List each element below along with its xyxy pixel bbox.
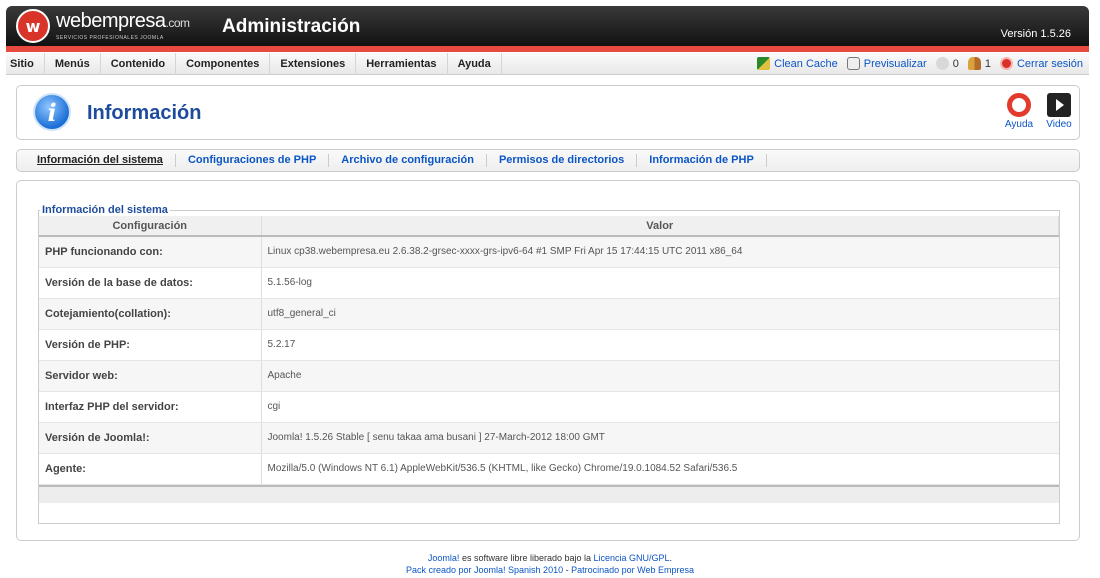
row-label: Interfaz PHP del servidor: (39, 391, 262, 423)
license-link[interactable]: Licencia GNU/GPL (594, 553, 670, 563)
joomla-link[interactable]: Joomla! (428, 553, 460, 563)
joomla-spanish-link[interactable]: Pack creado por Joomla! Spanish 2010 (406, 565, 563, 575)
logo-subtitle: Servicios profesionales Joomla (56, 35, 164, 41)
webempresa-logo[interactable]: w webempresa.com Servicios profesionales… (16, 9, 190, 43)
row-value: Joomla! 1.5.26 Stable [ senu takaa ama b… (261, 422, 1059, 454)
header-bar: w webempresa.com Servicios profesionales… (6, 6, 1089, 46)
clean-cache-link[interactable]: Clean Cache (757, 57, 838, 70)
column-header-config: Configuración (39, 216, 262, 237)
menu-menus[interactable]: Menús (45, 52, 101, 75)
logo-text: webempresa (56, 10, 166, 32)
row-label: Cotejamiento(collation): (39, 298, 262, 330)
table-row: Agente: Mozilla/5.0 (Windows NT 6.1) App… (39, 453, 1059, 485)
header-accent-stripe (6, 46, 1089, 52)
video-button[interactable]: Video (1039, 93, 1079, 130)
row-label: Versión de PHP: (39, 329, 262, 361)
footer-period: . (669, 553, 673, 563)
table-row: Servidor web: Apache (39, 360, 1059, 392)
page-footer: Joomla! es software libre liberado bajo … (0, 552, 1100, 576)
menu-sitio[interactable]: Sitio (6, 52, 45, 75)
table-footer (39, 484, 1059, 503)
users-count: 1 (984, 57, 991, 70)
table-row: Cotejamiento(collation): utf8_general_ci (39, 298, 1059, 330)
users-icon (967, 57, 981, 70)
logout-link[interactable]: Cerrar sesión (999, 57, 1083, 70)
footer-license-text: es software libre liberado bajo la (459, 553, 594, 563)
clean-cache-label: Clean Cache (774, 57, 838, 70)
row-label: Servidor web: (39, 360, 262, 392)
toolbar-box: i Información Ayuda Video (16, 85, 1080, 140)
row-value: Apache (261, 360, 1059, 392)
help-button-label: Ayuda (1004, 119, 1034, 130)
status-area: Clean Cache Previsualizar 0 1 Cerrar ses… (748, 57, 1089, 70)
messages-icon (935, 57, 949, 70)
system-info-table: Configuración Valor PHP funcionando con:… (39, 216, 1059, 485)
system-info-fieldset: Información del sistema Configuración Va… (38, 204, 1060, 524)
page-title: Información (87, 102, 202, 124)
menu-ayuda[interactable]: Ayuda (448, 52, 502, 75)
row-value: 5.2.17 (261, 329, 1059, 361)
fieldset-legend: Información del sistema (42, 204, 168, 216)
table-row: Interfaz PHP del servidor: cgi (39, 391, 1059, 423)
preview-label: Previsualizar (863, 57, 927, 70)
row-label: Versión de la base de datos: (39, 267, 262, 299)
menu-contenido[interactable]: Contenido (101, 52, 177, 75)
preview-link[interactable]: Previsualizar (846, 57, 927, 70)
version-label: Versión 1.5.26 (1000, 28, 1071, 40)
tab-php-info[interactable]: Información de PHP (637, 154, 767, 167)
table-row: Versión de Joomla!: Joomla! 1.5.26 Stabl… (39, 422, 1059, 454)
tab-config-file[interactable]: Archivo de configuración (329, 154, 487, 167)
tab-php-settings[interactable]: Configuraciones de PHP (176, 154, 330, 167)
footer-separator: - (563, 565, 572, 575)
logout-icon (999, 57, 1013, 70)
table-row: PHP funcionando con: Linux cp38.webempre… (39, 236, 1059, 268)
tab-system-info[interactable]: Información del sistema (29, 154, 176, 167)
menu-herramientas[interactable]: Herramientas (356, 52, 448, 75)
logo-suffix: .com (165, 16, 191, 30)
logo-icon: w (16, 9, 50, 43)
main-panel: Información del sistema Configuración Va… (16, 180, 1080, 541)
row-label: Agente: (39, 453, 262, 485)
row-label: Versión de Joomla!: (39, 422, 262, 454)
messages-count: 0 (952, 57, 959, 70)
webempresa-link[interactable]: Patrocinado por Web Empresa (571, 565, 694, 575)
row-value: cgi (261, 391, 1059, 423)
row-value: utf8_general_ci (261, 298, 1059, 330)
table-row: Versión de PHP: 5.2.17 (39, 329, 1059, 361)
video-icon (1047, 93, 1071, 117)
tab-directory-permissions[interactable]: Permisos de directorios (487, 154, 638, 167)
sysinfo-tabs: Información del sistema Configuraciones … (16, 149, 1080, 172)
lifebuoy-icon (1007, 93, 1031, 117)
help-button[interactable]: Ayuda (999, 93, 1039, 130)
row-value: Linux cp38.webempresa.eu 2.6.38.2-grsec-… (261, 236, 1059, 268)
column-header-value: Valor (261, 216, 1059, 237)
broom-icon (757, 57, 771, 70)
row-value: Mozilla/5.0 (Windows NT 6.1) AppleWebKit… (261, 453, 1059, 485)
logout-label: Cerrar sesión (1016, 57, 1083, 70)
info-icon: i (33, 93, 71, 131)
menu-componentes[interactable]: Componentes (176, 52, 271, 75)
users-indicator[interactable]: 1 (967, 57, 991, 70)
row-label: PHP funcionando con: (39, 236, 262, 268)
magnifier-icon (846, 57, 860, 70)
menu-extensiones[interactable]: Extensiones (270, 52, 357, 75)
video-button-label: Video (1046, 119, 1072, 130)
row-value: 5.1.56-log (261, 267, 1059, 299)
main-menu-bar: Sitio Menús Contenido Componentes Extens… (6, 52, 1089, 75)
messages-indicator[interactable]: 0 (935, 57, 959, 70)
admin-title: Administración (222, 16, 361, 37)
table-row: Versión de la base de datos: 5.1.56-log (39, 267, 1059, 299)
